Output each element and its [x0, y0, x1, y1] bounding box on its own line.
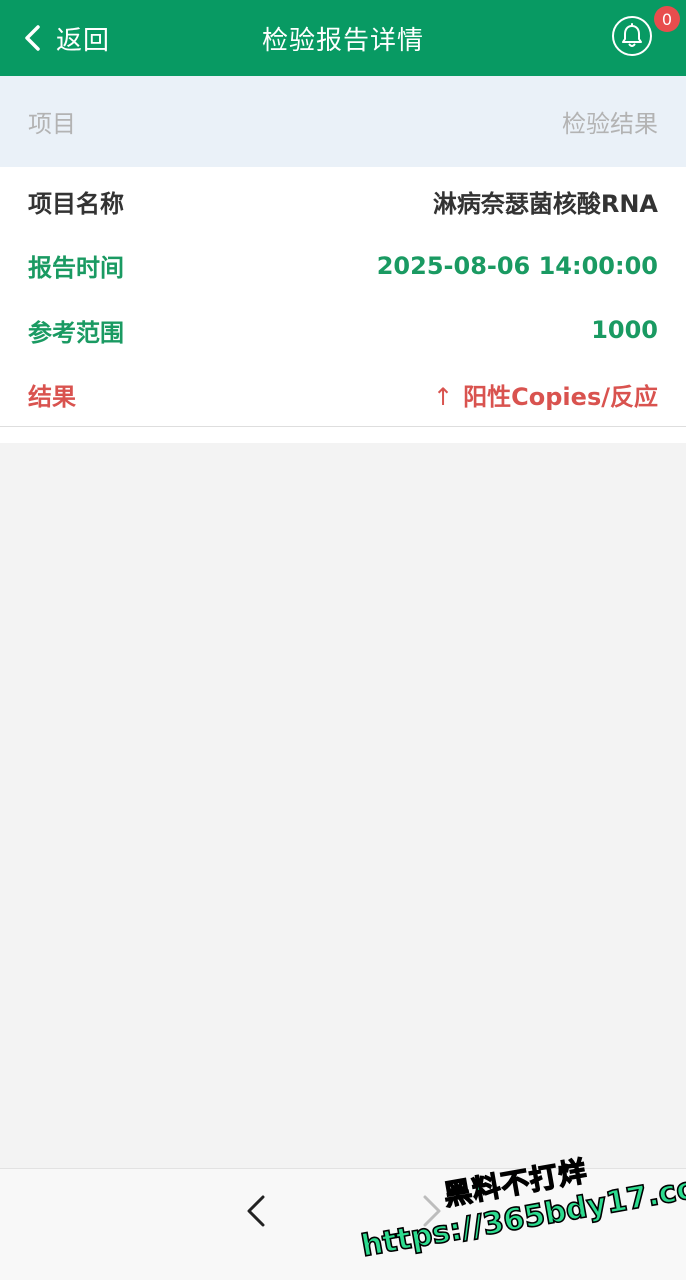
browser-forward-button[interactable] [412, 1191, 452, 1231]
result-row: 结果 ↑ 阳性Copies/反应 [0, 363, 686, 428]
back-label: 返回 [56, 25, 111, 56]
result-label: 结果 [28, 383, 76, 412]
back-button[interactable]: 返回 [18, 0, 110, 76]
column-header-result: 检验结果 [562, 110, 658, 138]
top-header: 返回 检验报告详情 0 [0, 0, 686, 76]
report-time-value: 2025-08-06 14:00:00 [376, 251, 658, 280]
reference-range-label: 参考范围 [28, 318, 124, 347]
page: 返回 检验报告详情 0 项目 检验结果 项目名称 淋病奈瑟菌核酸RNA 报告时间… [0, 0, 686, 1280]
browser-back-button[interactable] [236, 1191, 276, 1231]
report-detail-card: 项目名称 淋病奈瑟菌核酸RNA 报告时间 2025-08-06 14:00:00… [0, 167, 686, 427]
up-arrow-icon: ↑ [433, 383, 454, 412]
chevron-left-icon [18, 24, 46, 52]
reference-range-value: 1000 [591, 316, 658, 345]
item-name-row: 项目名称 淋病奈瑟菌核酸RNA [0, 169, 686, 234]
item-name-value: 淋病奈瑟菌核酸RNA [432, 189, 658, 218]
chevron-left-icon [247, 1195, 265, 1227]
notification-button[interactable]: 0 [612, 6, 680, 58]
result-value-wrap: ↑ 阳性Copies/反应 [433, 377, 658, 412]
bell-icon [612, 16, 652, 56]
card-bottom-strip [0, 427, 686, 443]
browser-toolbar [0, 1168, 686, 1280]
result-value: 阳性Copies/反应 [463, 383, 658, 412]
column-header-item: 项目 [28, 110, 76, 138]
column-header: 项目 检验结果 [0, 76, 686, 167]
report-time-row: 报告时间 2025-08-06 14:00:00 [0, 234, 686, 299]
report-time-label: 报告时间 [28, 254, 124, 283]
chevron-right-icon [423, 1195, 441, 1227]
item-name-label: 项目名称 [28, 189, 124, 218]
notification-badge: 0 [654, 6, 680, 32]
reference-range-row: 参考范围 1000 [0, 298, 686, 363]
